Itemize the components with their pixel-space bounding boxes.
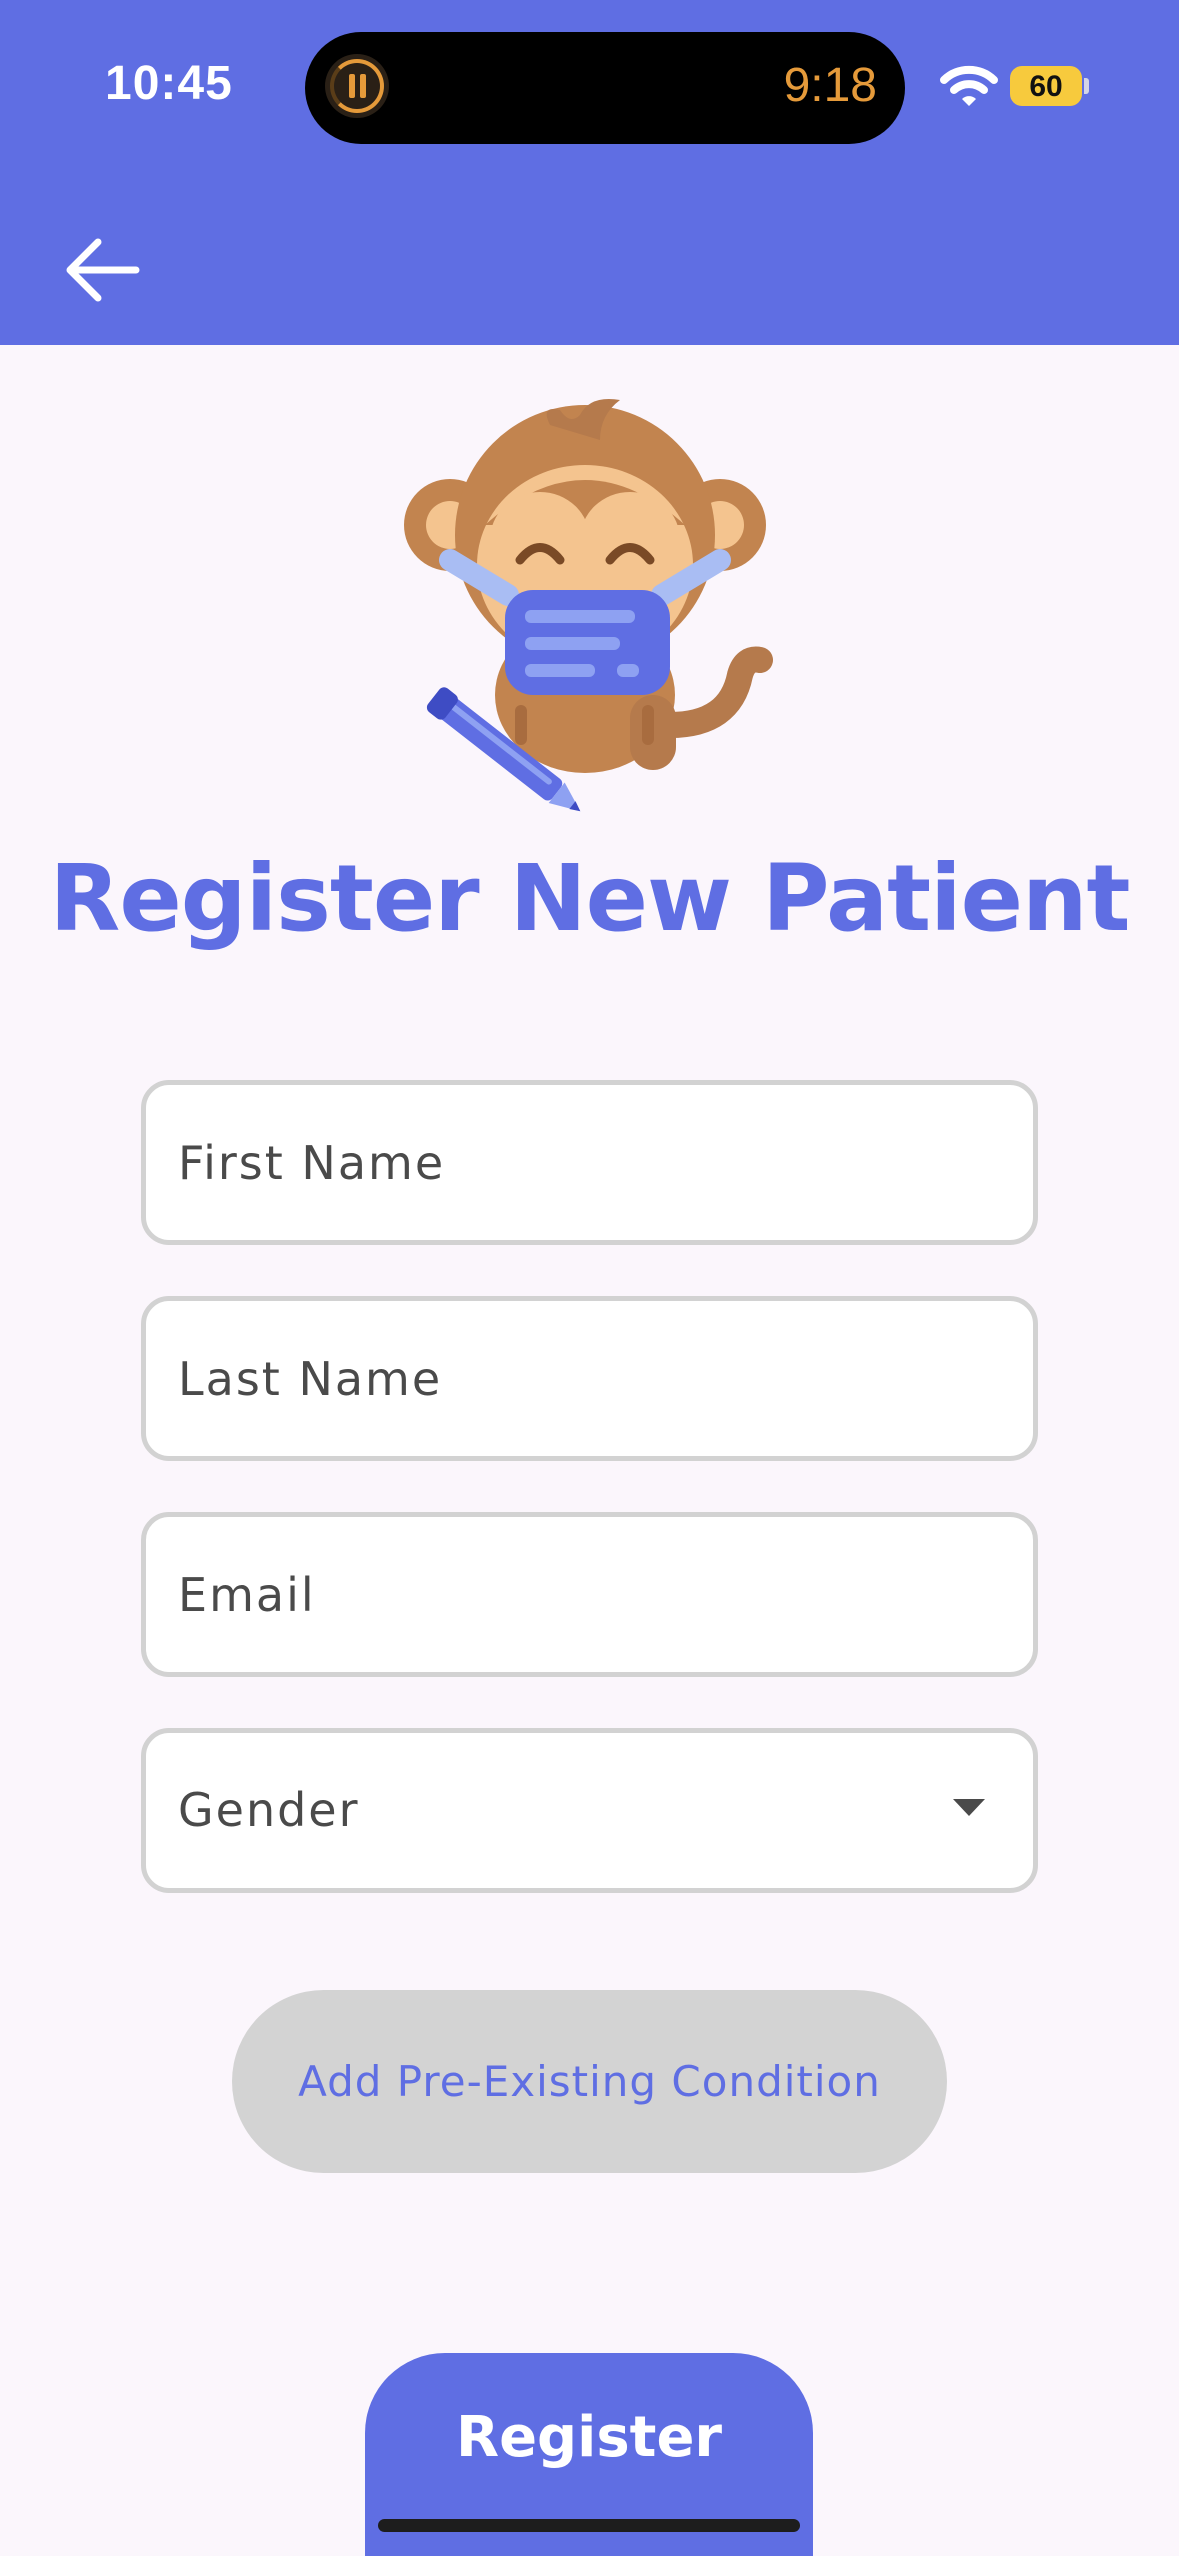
gender-select[interactable]: Gender [141, 1728, 1038, 1893]
battery-level: 60 [1029, 70, 1063, 103]
email-field[interactable] [141, 1512, 1038, 1677]
timer-readout: 9:18 [783, 59, 877, 112]
dynamic-island[interactable]: 9:18 [305, 32, 905, 144]
status-bar-time: 10:45 [105, 57, 233, 110]
add-pre-existing-condition-button[interactable]: Add Pre-Existing Condition [232, 1990, 947, 2173]
home-indicator [378, 2519, 800, 2532]
dropdown-arrow-icon [953, 1799, 985, 1816]
back-button[interactable] [54, 222, 150, 318]
last-name-field[interactable] [141, 1296, 1038, 1461]
battery-icon: 60 [1010, 66, 1082, 106]
gender-select-label: Gender [178, 1783, 360, 1837]
arrow-left-icon [66, 238, 140, 302]
timer-progress-ring [330, 59, 384, 113]
pause-bar-right [360, 74, 366, 98]
email-input[interactable] [146, 1517, 1033, 1672]
battery-tip [1084, 78, 1089, 94]
page-title: Register New Patient [49, 845, 1130, 952]
monkey-mask-pencil-illustration [400, 395, 780, 815]
pause-bar-left [349, 74, 355, 98]
register-button-label: Register [455, 2405, 723, 2470]
first-name-field[interactable] [141, 1080, 1038, 1245]
add-pre-existing-condition-label: Add Pre-Existing Condition [298, 2057, 881, 2106]
first-name-input[interactable] [146, 1085, 1033, 1240]
app-header: 10:45 9:18 60 [0, 0, 1179, 345]
pause-icon[interactable] [325, 54, 389, 118]
wifi-icon [940, 64, 998, 112]
last-name-input[interactable] [146, 1301, 1033, 1456]
